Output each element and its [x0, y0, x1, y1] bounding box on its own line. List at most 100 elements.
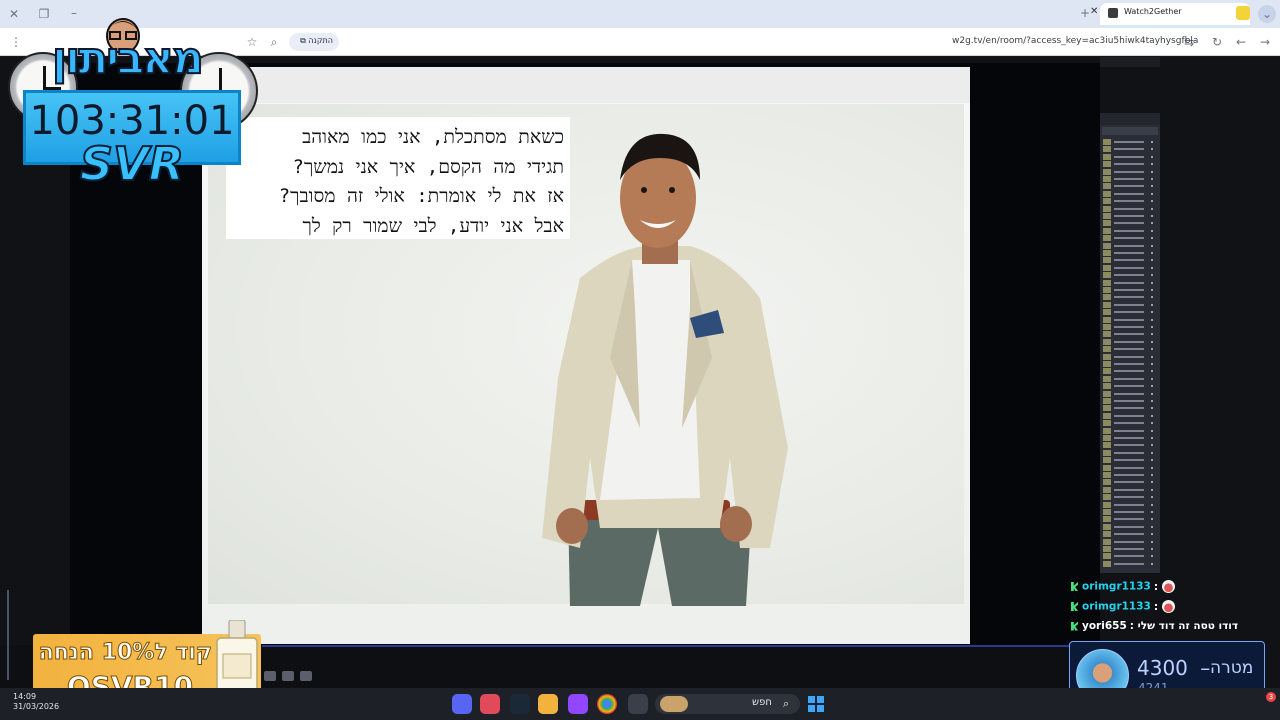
- forward-icon[interactable]: →: [1257, 34, 1273, 50]
- playlist-item[interactable]: [1103, 331, 1157, 338]
- playlist-sidebar[interactable]: [1100, 113, 1160, 573]
- playlist-item[interactable]: [1103, 250, 1157, 256]
- playlist-item[interactable]: [1103, 242, 1157, 249]
- chat-text: : דודו טסה זה דוד שלי: [1129, 620, 1239, 632]
- control-icon[interactable]: [282, 671, 294, 681]
- restore-window-icon[interactable]: ❐: [36, 6, 52, 22]
- playlist-item[interactable]: [1103, 361, 1157, 367]
- chrome-icon[interactable]: [597, 694, 617, 714]
- playlist-item[interactable]: [1103, 294, 1157, 301]
- tab-close-icon[interactable]: ✕: [1090, 6, 1098, 17]
- back-icon[interactable]: ←: [1233, 34, 1249, 50]
- playlist-item[interactable]: [1103, 390, 1157, 397]
- app-icon[interactable]: [568, 694, 588, 714]
- playlist-item[interactable]: [1103, 435, 1157, 441]
- notification-badge[interactable]: 3: [1266, 692, 1276, 702]
- extension-icon[interactable]: [1236, 6, 1250, 20]
- playlist-item[interactable]: [1103, 509, 1157, 515]
- playlist-item[interactable]: [1103, 494, 1157, 501]
- search-icon[interactable]: ⌕: [266, 34, 282, 50]
- timer-label: SVR: [79, 137, 185, 191]
- tab-watch2gether[interactable]: ✕ Watch2Gether: [1090, 3, 1250, 25]
- install-app-chip[interactable]: התקנה ⧉: [289, 33, 339, 51]
- playlist-item[interactable]: [1103, 457, 1157, 464]
- playlist-item[interactable]: [1103, 279, 1157, 286]
- playlist-tabs[interactable]: [1100, 113, 1160, 125]
- playlist-item[interactable]: [1103, 309, 1157, 316]
- playlist-item[interactable]: [1103, 442, 1157, 449]
- playlist-item[interactable]: [1103, 139, 1157, 145]
- playlist-item[interactable]: [1103, 190, 1157, 197]
- playlist-item[interactable]: [1103, 272, 1157, 279]
- playlist-item[interactable]: [1103, 516, 1157, 523]
- playlist-item[interactable]: [1103, 235, 1157, 242]
- playlist-item[interactable]: [1103, 183, 1157, 190]
- playlist-item[interactable]: [1103, 405, 1157, 412]
- playlist-item[interactable]: [1103, 338, 1157, 345]
- close-window-icon[interactable]: ✕: [6, 6, 22, 22]
- playlist-item[interactable]: [1103, 324, 1157, 330]
- reload-icon[interactable]: ↻: [1209, 34, 1225, 50]
- minimize-window-icon[interactable]: –: [66, 5, 82, 21]
- playlist-item[interactable]: [1103, 176, 1157, 182]
- steam-icon[interactable]: [510, 694, 530, 714]
- control-icon[interactable]: [264, 671, 276, 681]
- playlist-item[interactable]: [1103, 198, 1157, 205]
- discord-icon[interactable]: [452, 694, 472, 714]
- windows-start-icon[interactable]: [808, 696, 824, 712]
- url-field[interactable]: w2g.tv/en/room/?access_key=ac3iu5hiwk4ta…: [952, 36, 1198, 46]
- playlist-item[interactable]: [1103, 560, 1157, 567]
- goal-label: מטרה: [1210, 658, 1254, 678]
- playlist-selector[interactable]: [1102, 127, 1158, 135]
- playlist-item[interactable]: [1103, 213, 1157, 219]
- lyric-line: אז את לי אומרת: אולי זה מסובך?: [278, 185, 564, 207]
- playlist-item[interactable]: [1103, 486, 1157, 493]
- playlist-item[interactable]: [1103, 161, 1157, 168]
- app-icon[interactable]: [538, 694, 558, 714]
- chat-username: yori655: [1082, 620, 1127, 632]
- bookmark-star-icon[interactable]: ☆: [244, 34, 260, 50]
- playlist-item[interactable]: [1103, 412, 1157, 419]
- taskbar-clock[interactable]: 14:09 31/03/2026: [13, 692, 59, 712]
- playlist-item[interactable]: [1103, 398, 1157, 404]
- playlist-item[interactable]: [1103, 546, 1157, 552]
- tab-search-icon[interactable]: ⌄: [1258, 5, 1276, 23]
- playlist-item[interactable]: [1103, 205, 1157, 212]
- progress-bar[interactable]: [262, 645, 1070, 647]
- chat-username: orimgr1133: [1082, 600, 1151, 613]
- playlist-item[interactable]: [1103, 257, 1157, 264]
- playlist-item[interactable]: [1103, 346, 1157, 353]
- playlist-item[interactable]: [1103, 375, 1157, 382]
- file-explorer-icon[interactable]: [628, 694, 648, 714]
- playlist-item[interactable]: [1103, 420, 1157, 427]
- playlist-item[interactable]: [1103, 301, 1157, 308]
- playlist-item[interactable]: [1103, 479, 1157, 486]
- playlist-item[interactable]: [1103, 427, 1157, 434]
- menu-icon[interactable]: ⋮: [8, 34, 24, 50]
- playlist-item[interactable]: [1103, 531, 1157, 538]
- playlist-item[interactable]: [1103, 368, 1157, 375]
- playlist-item[interactable]: [1103, 220, 1157, 227]
- playlist-item[interactable]: [1103, 472, 1157, 478]
- playlist-item[interactable]: [1103, 383, 1157, 390]
- tab-bar: ✕ ❐ – + ✕ Watch2Gether ⌄: [0, 0, 1280, 28]
- lyric-line: אבל אני יודע, לבי שמור רק לך: [302, 214, 564, 237]
- playlist-item[interactable]: [1103, 146, 1157, 153]
- volume-slider[interactable]: [6, 590, 10, 680]
- playlist-item[interactable]: [1103, 264, 1157, 271]
- playlist-item[interactable]: [1103, 353, 1157, 360]
- telegram-icon[interactable]: [480, 694, 500, 714]
- playlist-item[interactable]: [1103, 153, 1157, 160]
- playlist-item[interactable]: [1103, 287, 1157, 293]
- playlist-item[interactable]: [1103, 553, 1157, 560]
- playlist-item[interactable]: [1103, 168, 1157, 175]
- playlist-item[interactable]: [1103, 316, 1157, 323]
- playlist-item[interactable]: [1103, 449, 1157, 456]
- playlist-item[interactable]: [1103, 523, 1157, 530]
- playlist-item[interactable]: [1103, 538, 1157, 545]
- kick-badge-icon: [1071, 582, 1078, 591]
- playlist-item[interactable]: [1103, 501, 1157, 508]
- playlist-item[interactable]: [1103, 464, 1157, 471]
- playlist-item[interactable]: [1103, 227, 1157, 234]
- control-icon[interactable]: [300, 671, 312, 681]
